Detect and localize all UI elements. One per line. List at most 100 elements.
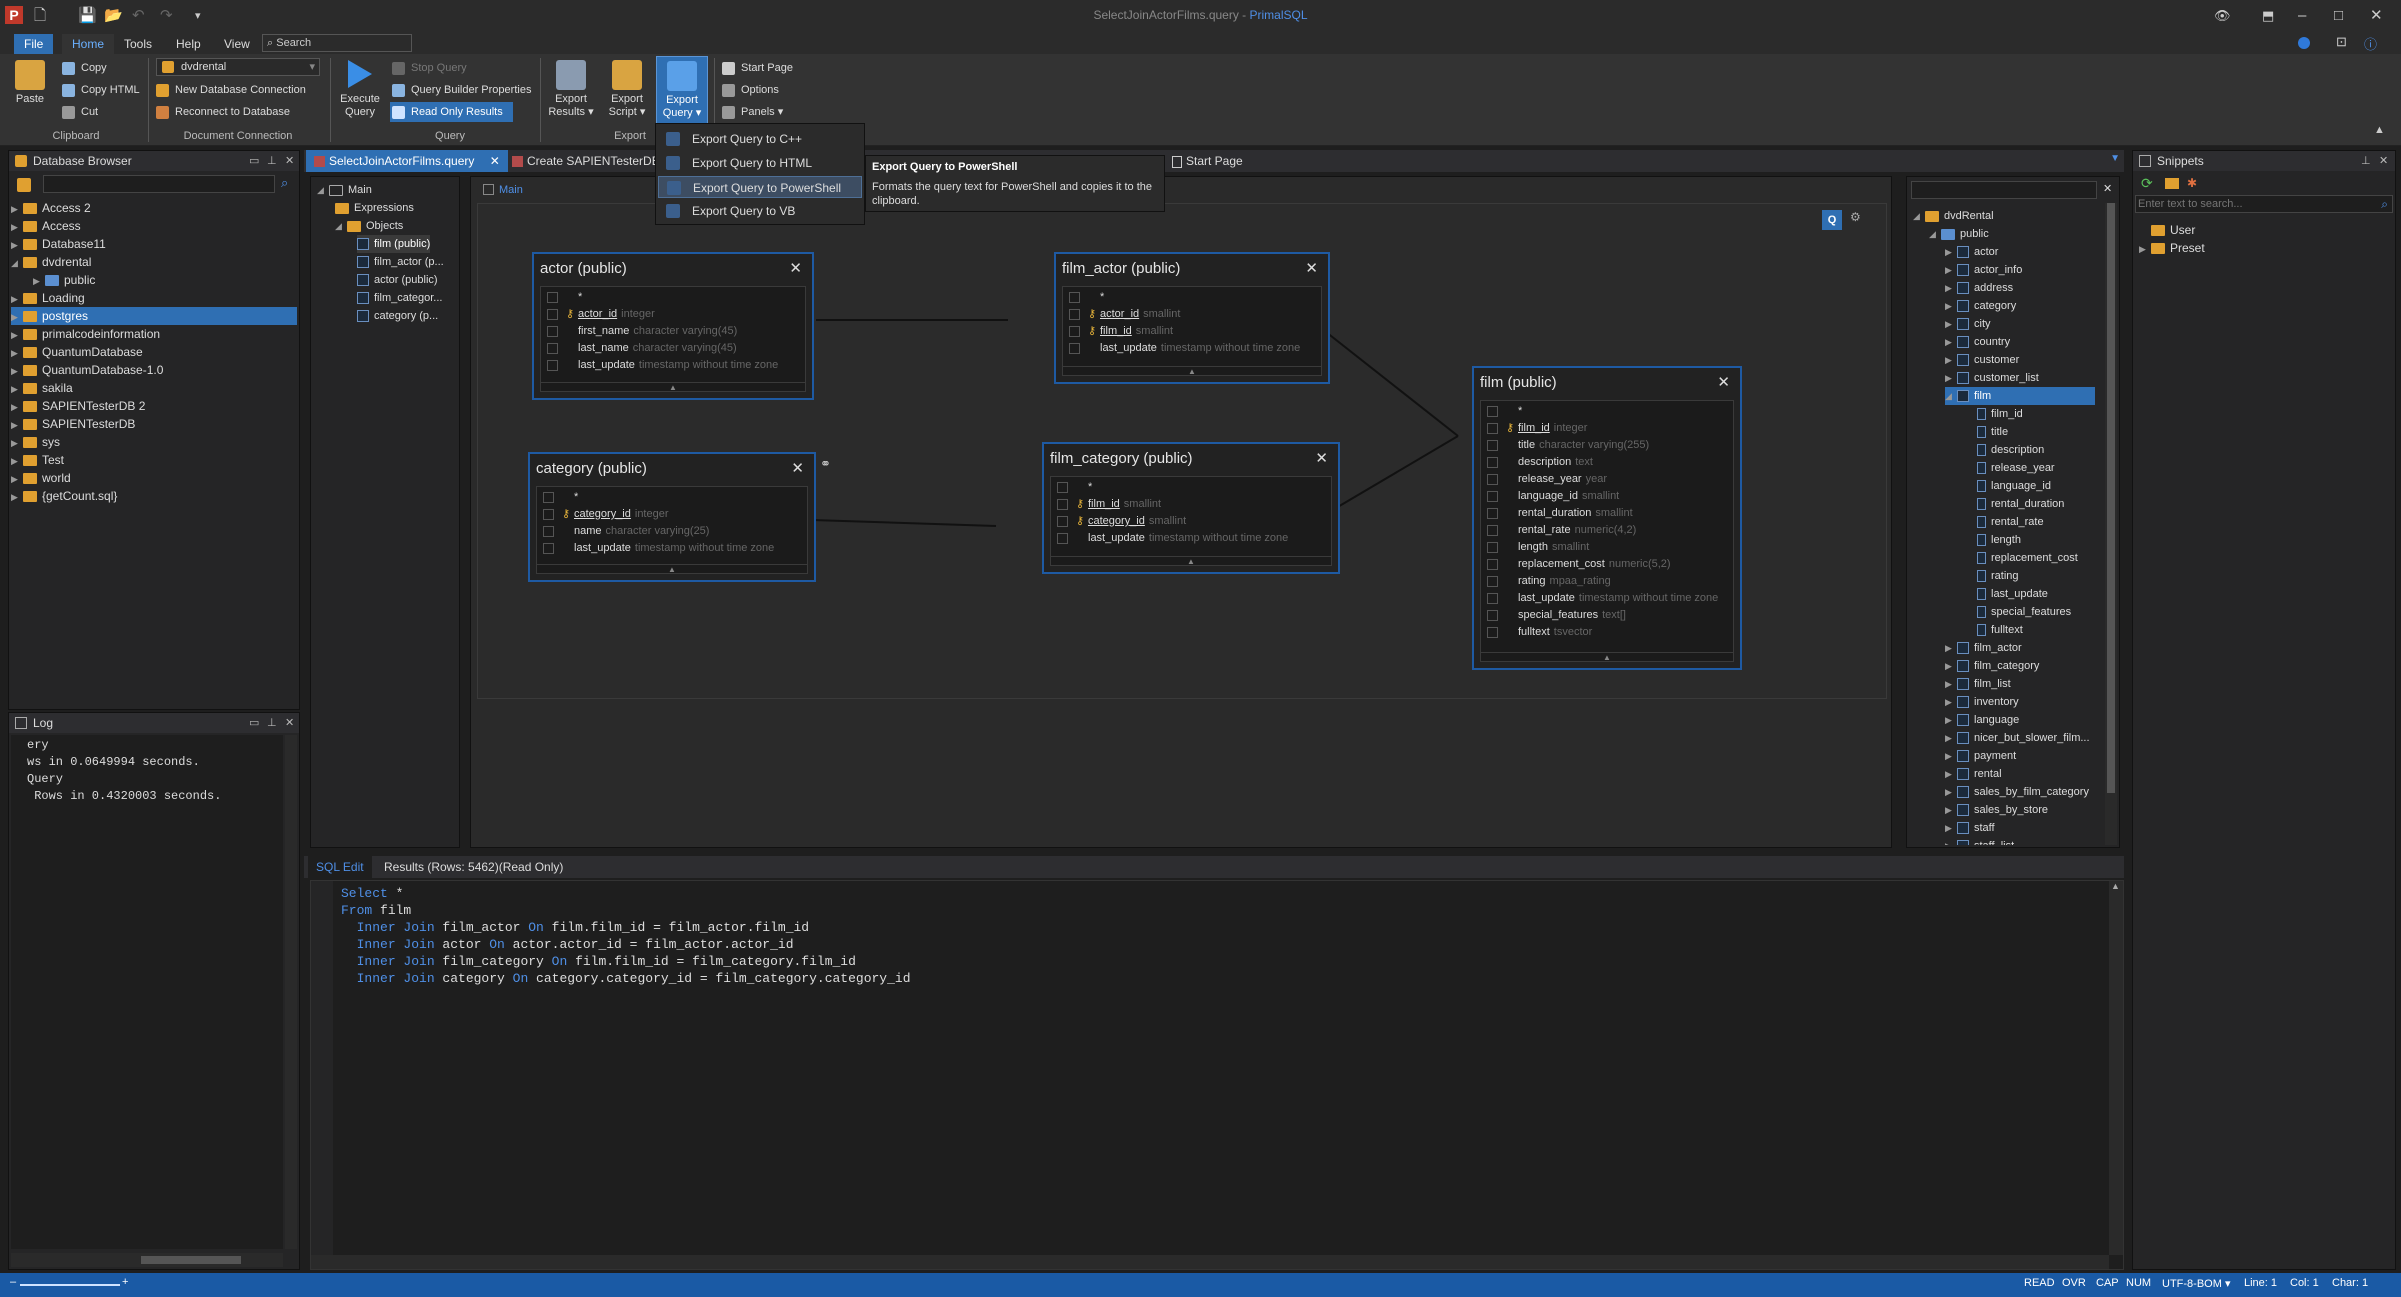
expand-arrow-icon[interactable]: ▶ <box>2139 240 2151 258</box>
expand-arrow-icon[interactable]: ▶ <box>11 452 23 470</box>
entity-field-row[interactable]: description text <box>1487 454 1727 471</box>
expand-arrow-icon[interactable]: ▶ <box>11 236 23 254</box>
db-tree-item[interactable]: ▶ postgres <box>11 307 297 325</box>
db-tree-item[interactable]: ▶ sakila <box>11 379 297 397</box>
entity-field-row[interactable]: length smallint <box>1487 539 1727 556</box>
schema-filter-input[interactable] <box>1911 181 2097 199</box>
expand-arrow-icon[interactable]: ◢ <box>317 181 329 199</box>
entity-field-row[interactable]: rental_rate numeric(4,2) <box>1487 522 1727 539</box>
expand-arrow-icon[interactable]: ▶ <box>1945 315 1957 333</box>
schema-tree-item[interactable]: ◢ dvdRental <box>1913 207 1994 225</box>
entity-film[interactable]: film (public) ✕ * ⚷ film_id integer title chara… <box>1472 366 1742 670</box>
menu-view[interactable]: View <box>214 34 260 54</box>
field-checkbox[interactable] <box>1057 498 1068 510</box>
schema-tree-item[interactable]: ▶ film_list <box>1945 675 2011 693</box>
entity-field-row[interactable]: replacement_cost numeric(5,2) <box>1487 556 1727 573</box>
expand-arrow-icon[interactable]: ▶ <box>1945 261 1957 279</box>
export-script-button[interactable]: Export Script ▾ <box>602 60 652 119</box>
entity-scroll-indicator[interactable]: ▲ <box>1480 652 1734 662</box>
schema-tree-item[interactable]: rating <box>1965 567 2019 585</box>
schema-tree-item[interactable]: title <box>1965 423 2008 441</box>
schema-tree-item[interactable]: fulltext <box>1965 621 2023 639</box>
expand-arrow-icon[interactable]: ▶ <box>1945 297 1957 315</box>
schema-tree-item[interactable]: special_features <box>1965 603 2071 621</box>
dock-icon[interactable]: ⊥ <box>267 151 277 171</box>
db-tree-item[interactable]: ▶ {getCount.sql} <box>11 487 297 505</box>
close-entity-icon[interactable]: ✕ <box>1717 368 1730 398</box>
entity-field-row[interactable]: ⚷ actor_id integer <box>547 306 799 323</box>
entity-field-row[interactable]: ⚷ actor_id smallint <box>1069 306 1315 323</box>
db-tree-item[interactable]: ▶ Access 2 <box>11 199 297 217</box>
entity-film-actor[interactable]: film_actor (public) ✕ * ⚷ actor_id smallint ⚷ f… <box>1054 252 1330 384</box>
copy-html-button[interactable]: Copy HTML <box>62 80 140 100</box>
close-entity-icon[interactable]: ✕ <box>1315 444 1328 474</box>
entity-field-row[interactable]: ⚷ category_id integer <box>543 506 801 523</box>
schema-tree-item[interactable]: film_id <box>1965 405 2023 423</box>
schema-tree-item[interactable]: rental_duration <box>1965 495 2064 513</box>
expand-arrow-icon[interactable]: ▶ <box>1945 351 1957 369</box>
query-tree-item[interactable]: actor (public) <box>357 271 438 289</box>
layout-icon[interactable]: ⊡ <box>2336 34 2347 50</box>
expand-arrow-icon[interactable]: ▶ <box>11 380 23 398</box>
expand-arrow-icon[interactable]: ▶ <box>1945 639 1957 657</box>
entity-field-row[interactable]: special_features text[] <box>1487 607 1727 624</box>
sql-editor[interactable]: Select * From film Inner Join film_actor … <box>310 880 2124 1270</box>
db-tree-item[interactable]: ▶ SAPIENTesterDB 2 <box>11 397 297 415</box>
entity-field-row[interactable]: name character varying(25) <box>543 523 801 540</box>
scroll-thumb[interactable] <box>141 1256 241 1264</box>
entity-field-row[interactable]: release_year year <box>1487 471 1727 488</box>
menu-export-html[interactable]: Export Query to HTML <box>658 152 862 174</box>
db-tree-item[interactable]: ▶ Loading <box>11 289 297 307</box>
close-panel-icon[interactable]: ✕ <box>285 151 294 171</box>
schema-tree-item[interactable]: ▶ staff <box>1945 819 1995 837</box>
expand-arrow-icon[interactable]: ▶ <box>1945 765 1957 783</box>
expand-arrow-icon[interactable]: ◢ <box>335 217 347 235</box>
query-builder-properties-button[interactable]: Query Builder Properties <box>392 80 531 100</box>
field-checkbox[interactable] <box>1487 422 1498 434</box>
expand-arrow-icon[interactable]: ▶ <box>1945 657 1957 675</box>
schema-vscrollbar[interactable] <box>2105 203 2117 845</box>
field-checkbox[interactable] <box>1069 291 1080 303</box>
entity-film-category[interactable]: film_category (public) ✕ * ⚷ film_id smallint… <box>1042 442 1340 574</box>
dock-icon[interactable]: ⊥ <box>267 713 277 733</box>
schema-tree-item[interactable]: ▶ rental <box>1945 765 2002 783</box>
field-checkbox[interactable] <box>547 325 558 337</box>
search-icon[interactable]: ⌕ <box>2381 197 2388 212</box>
field-checkbox[interactable] <box>543 508 554 520</box>
schema-tree-item[interactable]: rental_rate <box>1965 513 2044 531</box>
snippet-search-field[interactable] <box>2136 196 2366 212</box>
tab-start-page[interactable]: Start Page <box>1164 150 1251 172</box>
field-checkbox[interactable] <box>1487 626 1498 638</box>
menu-tools[interactable]: Tools <box>114 34 162 54</box>
expand-arrow-icon[interactable]: ▶ <box>1945 243 1957 261</box>
entity-field-row[interactable]: ⚷ category_id smallint <box>1057 513 1325 530</box>
expand-arrow-icon[interactable]: ▶ <box>11 308 23 326</box>
db-tree-item[interactable]: ▶ SAPIENTesterDB <box>11 415 297 433</box>
schema-tree-item[interactable]: last_update <box>1965 585 2048 603</box>
collapse-ribbon-icon[interactable]: ▲ <box>2374 124 2385 136</box>
expand-arrow-icon[interactable]: ▶ <box>33 272 45 290</box>
entity-field-row[interactable]: fulltext tsvector <box>1487 624 1727 641</box>
schema-tree-item[interactable]: ▶ customer_list <box>1945 369 2039 387</box>
canvas-tab[interactable]: Main <box>481 181 523 199</box>
schema-tree-item[interactable]: ▶ actor_info <box>1945 261 2022 279</box>
db-tree-item[interactable]: ◢ dvdrental <box>11 253 297 271</box>
pin-icon[interactable]: ▭ <box>249 151 259 171</box>
start-page-button[interactable]: Start Page <box>722 58 793 78</box>
connection-select[interactable]: dvdrental ▾ <box>156 58 320 76</box>
schema-tree-item[interactable]: ▶ actor <box>1945 243 1998 261</box>
query-tree-item[interactable]: ◢ Main <box>317 181 372 199</box>
scroll-thumb[interactable] <box>2107 203 2115 793</box>
entity-actor[interactable]: actor (public) ✕ * ⚷ actor_id integer first_na… <box>532 252 814 400</box>
expand-arrow-icon[interactable]: ▶ <box>1945 819 1957 837</box>
schema-tree-item[interactable]: release_year <box>1965 459 2055 477</box>
entity-field-row[interactable]: last_name character varying(45) <box>547 340 799 357</box>
feedback-icon[interactable]: 👁 <box>2214 6 2231 26</box>
clear-filter-icon[interactable]: ✕ <box>2103 182 2112 195</box>
field-checkbox[interactable] <box>547 308 558 320</box>
schema-tree-item[interactable]: ▶ film_actor <box>1945 639 2022 657</box>
schema-tree-item[interactable]: replacement_cost <box>1965 549 2078 567</box>
link-icon[interactable]: ⚭ <box>820 456 831 472</box>
close-panel-icon[interactable]: ✕ <box>2379 151 2388 171</box>
tab-sql-edit[interactable]: SQL Edit <box>308 856 372 878</box>
